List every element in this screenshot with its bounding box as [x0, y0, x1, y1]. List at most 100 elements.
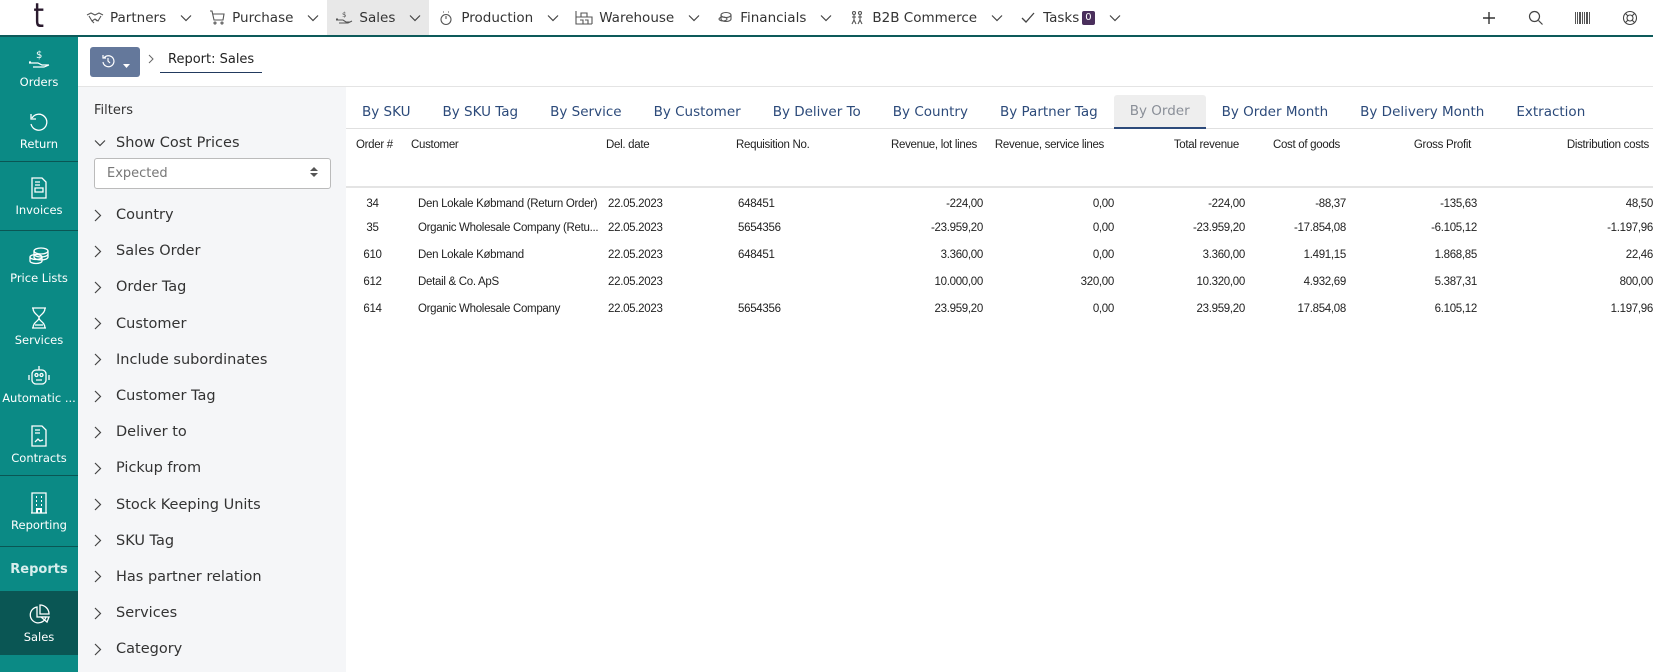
sidebar-item-orders[interactable]: $ Orders: [0, 37, 78, 99]
filter-group[interactable]: Pickup from: [94, 450, 334, 486]
nav-tasks[interactable]: Tasks 0: [1011, 0, 1129, 35]
table-cell: 22.05.2023: [608, 302, 663, 315]
table-cell: Den Lokale Købmand (Return Order): [418, 198, 598, 210]
filter-group[interactable]: Sales Order: [94, 233, 334, 269]
table-cell: 22,46: [1625, 248, 1653, 261]
tab-by-sku-tag[interactable]: By SKU Tag: [426, 95, 534, 129]
app-logo[interactable]: t: [0, 0, 78, 35]
tab-by-deliver-to[interactable]: By Deliver To: [757, 95, 877, 129]
tab-extraction[interactable]: Extraction: [1500, 95, 1601, 129]
sidebar-item-price-lists[interactable]: Price Lists: [0, 231, 78, 297]
filter-group[interactable]: Country: [94, 197, 334, 233]
tab-by-order-month[interactable]: By Order Month: [1206, 95, 1345, 129]
cost-prices-select[interactable]: Expected: [94, 158, 331, 189]
column-header[interactable]: Order #: [346, 131, 411, 187]
nav-warehouse[interactable]: Warehouse: [567, 0, 708, 35]
table-cell: 648451: [738, 198, 775, 210]
chevron-down-icon[interactable]: [991, 12, 1003, 24]
nav-label: Purchase: [232, 9, 294, 26]
nav-purchase[interactable]: Purchase: [200, 0, 327, 35]
filter-group[interactable]: Category: [94, 631, 334, 667]
barcode-icon[interactable]: [1559, 0, 1606, 35]
sidebar-item-automatic[interactable]: Automatic ...: [0, 355, 78, 413]
filters-title: Filters: [94, 103, 133, 118]
table-cell: 23.959,20: [1196, 302, 1245, 315]
chevron-down-icon: [94, 135, 110, 151]
sidebar-item-return[interactable]: Return: [0, 99, 78, 161]
table-cell: 3.360,00: [1202, 248, 1245, 261]
nav-production[interactable]: Production: [429, 0, 567, 35]
column-header[interactable]: Cost of goods: [1245, 131, 1346, 187]
table-cell: 1.197,96: [1610, 302, 1653, 315]
chevron-down-icon[interactable]: [180, 12, 192, 24]
chevron-down-icon[interactable]: [307, 12, 319, 24]
tab-by-order[interactable]: By Order: [1113, 95, 1206, 129]
tab-by-partner-tag[interactable]: By Partner Tag: [984, 95, 1114, 129]
nav-partners[interactable]: Partners: [78, 0, 200, 35]
table-cell: 34: [366, 198, 379, 210]
table-row[interactable]: 35 Organic Wholesale Company (Retu... 22.0…: [346, 214, 1653, 241]
tab-by-customer[interactable]: By Customer: [638, 95, 757, 129]
chevron-right-icon: [94, 533, 110, 549]
table-row[interactable]: 614 Organic Wholesale Company 22.05.2023 56…: [346, 295, 1653, 322]
help-lifebuoy-icon[interactable]: [1606, 0, 1653, 35]
chevron-down-icon[interactable]: [409, 12, 421, 24]
invoice-icon: [30, 175, 48, 201]
tab-by-sku[interactable]: By SKU: [346, 95, 426, 129]
pie-chart-icon: [28, 602, 50, 628]
column-header[interactable]: Del. date: [606, 131, 736, 187]
search-icon[interactable]: [1512, 0, 1559, 35]
filter-group[interactable]: Has partner relation: [94, 559, 334, 595]
column-header[interactable]: Revenue, service lines: [983, 131, 1114, 187]
nav-sales[interactable]: $ Sales: [327, 0, 430, 35]
table-cell: 10.000,00: [934, 275, 983, 288]
chevron-right-icon: [94, 207, 110, 223]
nav-financials[interactable]: Financials: [708, 0, 840, 35]
table-cell: -1.197,96: [1607, 221, 1653, 234]
sidebar-label: Reporting: [11, 518, 67, 532]
sidebar-item-invoices[interactable]: Invoices: [0, 162, 78, 230]
table-cell: 23.959,20: [934, 302, 983, 315]
tab-by-country[interactable]: By Country: [877, 95, 984, 129]
table-cell: 3.360,00: [940, 248, 983, 261]
nav-label: B2B Commerce: [872, 9, 978, 26]
filter-group[interactable]: SKU Tag: [94, 523, 334, 559]
chevron-right-icon: [94, 352, 110, 368]
column-header[interactable]: Revenue, lot lines: [846, 131, 983, 187]
table-row[interactable]: 610 Den Lokale Købmand 22.05.2023 648451 3.3…: [346, 241, 1653, 268]
plus-icon[interactable]: [1465, 0, 1512, 35]
nav-b2b-commerce[interactable]: B2B Commerce: [840, 0, 1011, 35]
chevron-down-icon[interactable]: [688, 12, 700, 24]
filter-group[interactable]: Services: [94, 595, 334, 631]
table-row[interactable]: 34 Den Lokale Købmand (Return Order) 22.05…: [346, 187, 1653, 214]
filter-group[interactable]: Customer Tag: [94, 378, 334, 414]
column-header[interactable]: Requisition No.: [736, 131, 846, 187]
filter-group[interactable]: Customer: [94, 306, 334, 342]
breadcrumb-current[interactable]: Report: Sales: [160, 52, 263, 73]
tab-by-delivery-month[interactable]: By Delivery Month: [1344, 95, 1500, 129]
chevron-down-icon[interactable]: [1109, 12, 1121, 24]
table-cell: -88,37: [1315, 198, 1346, 210]
table-cell: 0,00: [1092, 221, 1114, 234]
sidebar-item-sales[interactable]: Sales: [0, 591, 78, 655]
sidebar-item-reporting[interactable]: Reporting: [0, 476, 78, 546]
filter-group[interactable]: Stock Keeping Units: [94, 487, 334, 523]
filter-group[interactable]: Include subordinates: [94, 342, 334, 378]
filter-groups: Country Sales Order Order Tag Customer Inclu…: [94, 197, 334, 667]
tab-by-service[interactable]: By Service: [534, 95, 637, 129]
chevron-down-icon[interactable]: [547, 12, 559, 24]
column-header[interactable]: Total revenue: [1114, 131, 1245, 187]
sidebar-item-contracts[interactable]: Contracts: [0, 413, 78, 475]
column-header[interactable]: Distribution costs: [1477, 131, 1653, 187]
column-header[interactable]: Customer: [411, 131, 606, 187]
history-button[interactable]: [90, 47, 140, 77]
table-row[interactable]: 612 Detail & Co. ApS 22.05.2023 10.000,00 32…: [346, 268, 1653, 295]
svg-text:$: $: [342, 11, 346, 19]
chevron-down-icon[interactable]: [820, 12, 832, 24]
sidebar-item-services[interactable]: Services: [0, 297, 78, 355]
filter-show-cost-prices[interactable]: Show Cost Prices: [94, 135, 240, 151]
filter-group[interactable]: Deliver to: [94, 414, 334, 450]
filters-panel: Filters Show Cost Prices Expected Countr…: [78, 87, 346, 672]
column-header[interactable]: Gross Profit: [1346, 131, 1477, 187]
filter-group[interactable]: Order Tag: [94, 269, 334, 305]
